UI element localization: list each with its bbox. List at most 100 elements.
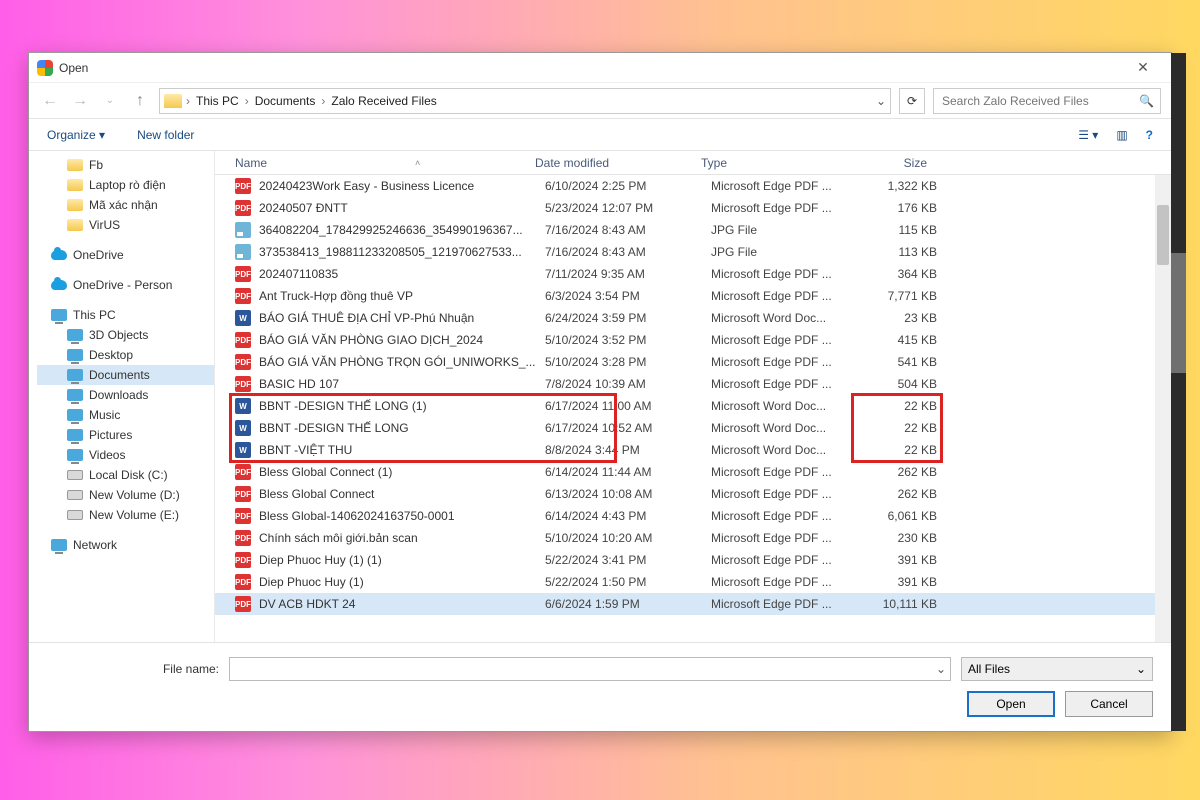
tree-item[interactable]: Videos [37, 445, 214, 465]
close-icon[interactable]: ✕ [1123, 59, 1163, 76]
open-file-dialog: Open ✕ ← → ⌄ ↑ › This PC › Documents › Z… [28, 52, 1172, 732]
col-type[interactable]: Type [701, 156, 841, 170]
file-row[interactable]: PDF DV ACB HDKT 24 6/6/2024 1:59 PM Micr… [215, 593, 1171, 615]
filename-input-wrap: ⌄ [229, 657, 951, 681]
column-headers[interactable]: Name ˄ Date modified Type Size [215, 151, 1171, 175]
tree-item[interactable]: Fb [37, 155, 214, 175]
pdf-icon: PDF [235, 574, 251, 590]
tree-item[interactable]: Downloads [37, 385, 214, 405]
tree-item[interactable]: Local Disk (C:) [37, 465, 214, 485]
tree-item-network[interactable]: Network [37, 535, 214, 555]
col-name[interactable]: Name [235, 156, 267, 170]
titlebar: Open ✕ [29, 53, 1171, 83]
pdf-icon: PDF [235, 376, 251, 392]
pdf-icon: PDF [235, 486, 251, 502]
back-icon[interactable]: ← [39, 92, 61, 110]
tree-item[interactable]: Music [37, 405, 214, 425]
file-row[interactable]: W BÁO GIÁ THUÊ ĐỊA CHỈ VP-Phú Nhuận 6/24… [215, 307, 1171, 329]
word-icon: W [235, 442, 251, 458]
tree-item[interactable]: Mã xác nhận [37, 195, 214, 215]
nav-tree[interactable]: FbLaptop rò điệnMã xác nhậnVirUS OneDrive… [29, 151, 215, 642]
crumb-this-pc[interactable]: This PC [194, 94, 241, 108]
file-row[interactable]: PDF 20240423Work Easy - Business Licence… [215, 175, 1171, 197]
tree-item[interactable]: Desktop [37, 345, 214, 365]
tree-item[interactable]: New Volume (D:) [37, 485, 214, 505]
search-icon[interactable]: 🔍 [1139, 94, 1154, 108]
file-row[interactable]: PDF Bless Global-14062024163750-0001 6/1… [215, 505, 1171, 527]
file-row[interactable]: W BBNT -DESIGN THẾ LONG (1) 6/17/2024 11… [215, 395, 1171, 417]
help-icon[interactable]: ? [1146, 128, 1153, 142]
pdf-icon: PDF [235, 332, 251, 348]
pdf-icon: PDF [235, 530, 251, 546]
location-folder-icon [164, 94, 182, 108]
file-filter[interactable]: All Files ⌄ [961, 657, 1153, 681]
up-icon[interactable]: ↑ [129, 92, 151, 110]
pdf-icon: PDF [235, 178, 251, 194]
pdf-icon: PDF [235, 288, 251, 304]
cancel-button[interactable]: Cancel [1065, 691, 1153, 717]
toolbar: Organize ▾ New folder ☰ ▾ ▥ ? [29, 119, 1171, 151]
new-folder-button[interactable]: New folder [137, 128, 194, 142]
forward-icon[interactable]: → [69, 92, 91, 110]
file-row[interactable]: 364082204_178429925246636_354990196367..… [215, 219, 1171, 241]
file-row[interactable]: PDF Bless Global Connect 6/13/2024 10:08… [215, 483, 1171, 505]
file-row[interactable]: PDF Ant Truck-Hợp đồng thuê VP 6/3/2024 … [215, 285, 1171, 307]
tree-item[interactable]: Documents [37, 365, 214, 385]
col-date[interactable]: Date modified [535, 156, 701, 170]
file-row[interactable]: W BBNT -VIỆT THU 8/8/2024 3:44 PM Micros… [215, 439, 1171, 461]
pdf-icon: PDF [235, 200, 251, 216]
pdf-icon: PDF [235, 596, 251, 612]
search-input[interactable] [940, 93, 1139, 109]
pdf-icon: PDF [235, 508, 251, 524]
col-size[interactable]: Size [841, 156, 927, 170]
file-row[interactable]: PDF Diep Phuoc Huy (1) 5/22/2024 1:50 PM… [215, 571, 1171, 593]
refresh-icon[interactable]: ⟳ [899, 88, 925, 114]
pdf-icon: PDF [235, 464, 251, 480]
word-icon: W [235, 398, 251, 414]
jpg-icon [235, 244, 251, 260]
tree-item[interactable]: New Volume (E:) [37, 505, 214, 525]
nav-bar: ← → ⌄ ↑ › This PC › Documents › Zalo Rec… [29, 83, 1171, 119]
sort-caret-icon: ˄ [415, 158, 420, 168]
word-icon: W [235, 420, 251, 436]
search-box[interactable]: 🔍 [933, 88, 1161, 114]
file-row[interactable]: PDF Chính sách môi giới.bản scan 5/10/20… [215, 527, 1171, 549]
file-row[interactable]: PDF Diep Phuoc Huy (1) (1) 5/22/2024 3:4… [215, 549, 1171, 571]
preview-pane-icon[interactable]: ▥ [1116, 128, 1127, 142]
tree-item[interactable]: Laptop rò điện [37, 175, 214, 195]
file-row[interactable]: PDF BASIC HD 107 7/8/2024 10:39 AM Micro… [215, 373, 1171, 395]
file-row[interactable]: PDF BÁO GIÁ VĂN PHÒNG TRỌN GÓI_UNIWORKS_… [215, 351, 1171, 373]
tree-item[interactable]: Pictures [37, 425, 214, 445]
tree-item-onedrive[interactable]: OneDrive [37, 245, 214, 265]
crumb-documents[interactable]: Documents [253, 94, 318, 108]
pdf-icon: PDF [235, 552, 251, 568]
file-row[interactable]: PDF 20240507 ĐNTT 5/23/2024 12:07 PM Mic… [215, 197, 1171, 219]
recent-dropdown-icon[interactable]: ⌄ [99, 95, 121, 106]
file-row[interactable]: 373538413_198811233208505_121970627533..… [215, 241, 1171, 263]
filename-dropdown-icon[interactable]: ⌄ [936, 662, 946, 676]
tree-item[interactable]: 3D Objects [37, 325, 214, 345]
pdf-icon: PDF [235, 266, 251, 282]
list-scrollbar[interactable] [1155, 175, 1171, 642]
breadcrumb-dropdown-icon[interactable]: ⌄ [876, 94, 886, 108]
file-row[interactable]: PDF Bless Global Connect (1) 6/14/2024 1… [215, 461, 1171, 483]
crumb-current[interactable]: Zalo Received Files [329, 94, 438, 108]
file-rows: PDF 20240423Work Easy - Business Licence… [215, 175, 1171, 642]
file-list-pane: Name ˄ Date modified Type Size PDF 202404… [215, 151, 1171, 642]
file-row[interactable]: PDF 202407110835 7/11/2024 9:35 AM Micro… [215, 263, 1171, 285]
tree-item-onedrive[interactable]: OneDrive - Person [37, 275, 214, 295]
view-options-icon[interactable]: ☰ ▾ [1078, 128, 1098, 142]
file-row[interactable]: PDF BÁO GIÁ VĂN PHÒNG GIAO DỊCH_2024 5/1… [215, 329, 1171, 351]
organize-button[interactable]: Organize ▾ [47, 128, 105, 142]
file-row[interactable]: W BBNT -DESIGN THẾ LONG 6/17/2024 10:52 … [215, 417, 1171, 439]
open-button[interactable]: Open [967, 691, 1055, 717]
jpg-icon [235, 222, 251, 238]
tree-item[interactable]: VirUS [37, 215, 214, 235]
outer-scrollbar[interactable] [1171, 53, 1186, 731]
tree-item-this-pc[interactable]: This PC [37, 305, 214, 325]
breadcrumb[interactable]: › This PC › Documents › Zalo Received Fi… [159, 88, 891, 114]
app-icon [37, 60, 53, 76]
window-title: Open [59, 61, 88, 75]
filename-input[interactable] [234, 661, 936, 677]
filename-label: File name: [29, 662, 219, 676]
